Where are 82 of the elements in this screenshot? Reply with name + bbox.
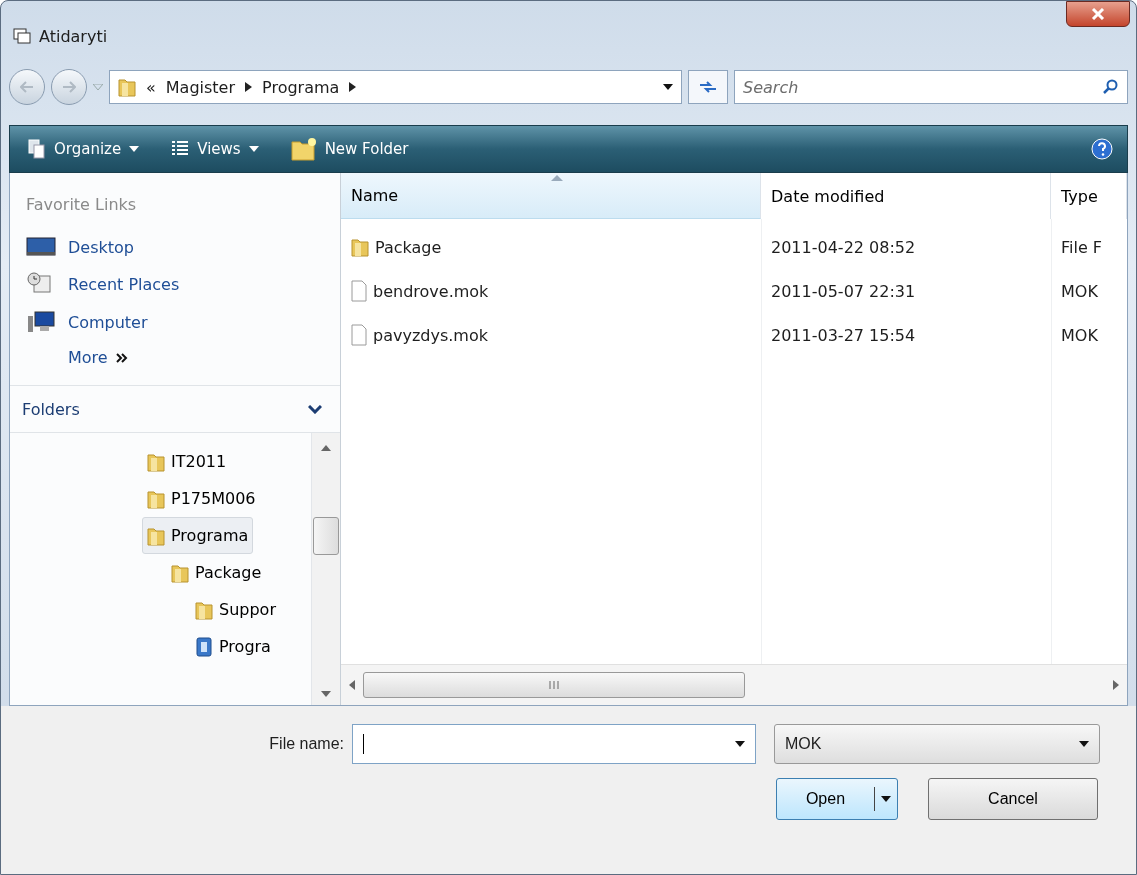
dropdown-arrow-icon (129, 146, 140, 152)
search-icon (1103, 79, 1119, 95)
table-cell-text: MOK (1060, 280, 1099, 303)
file-name-label: File name: (269, 735, 344, 753)
address-dropdown-icon (663, 84, 673, 90)
close-icon (1091, 8, 1105, 20)
table-cell-text: 2011-05-07 22:31 (770, 280, 917, 303)
new-folder-icon (290, 137, 317, 161)
list-view-icon (171, 140, 190, 158)
refresh-button[interactable] (688, 70, 728, 104)
folder-tree-item[interactable]: IT2011 (142, 443, 232, 480)
folder-icon (118, 77, 136, 97)
horizontal-scrollbar[interactable] (341, 664, 1127, 705)
more-link[interactable]: More (68, 348, 340, 367)
breadcrumb[interactable]: Magister (165, 77, 236, 97)
file-name-field[interactable] (352, 724, 756, 764)
search-field[interactable]: Search (734, 70, 1128, 104)
breadcrumb-arrow-icon[interactable] (245, 82, 253, 92)
favorite-link[interactable]: Recent Places (26, 272, 340, 296)
scroll-left-icon[interactable] (349, 680, 355, 690)
folders-header[interactable]: Folders (10, 385, 340, 433)
toolbar-button[interactable]: Views (167, 138, 263, 160)
table-cell-text: File F (1060, 236, 1104, 259)
help-icon[interactable] (1091, 138, 1113, 160)
grip-icon (548, 681, 560, 689)
folder-tree-item[interactable]: Progra (190, 628, 276, 665)
column-header[interactable]: Type (1051, 173, 1127, 219)
vertical-scrollbar[interactable] (311, 433, 340, 705)
folder-tree-item[interactable]: Package (166, 554, 267, 591)
pages-icon (28, 139, 46, 159)
scrollbar-thumb[interactable] (363, 672, 745, 698)
dropdown-arrow-icon (881, 796, 891, 802)
folder-icon (195, 599, 213, 620)
table-cell-text: MOK (1060, 324, 1099, 347)
table-cell-text: 2011-03-27 15:54 (770, 324, 917, 347)
document-icon (351, 280, 367, 302)
folder-icon (147, 488, 165, 509)
column-header[interactable]: Date modified (761, 173, 1051, 219)
close-button[interactable] (1066, 1, 1130, 27)
section-header: Favorite Links (26, 195, 138, 214)
scroll-right-icon[interactable] (1113, 680, 1119, 690)
toolbar-button[interactable]: Organize (24, 137, 144, 161)
file-list-item[interactable]: Package (341, 225, 761, 269)
file-type-dropdown[interactable]: MOK (774, 724, 1100, 764)
folder-icon (351, 237, 369, 257)
sort-arrow-icon (550, 175, 563, 181)
window-title: Atidaryti (39, 26, 108, 46)
toolbar-button[interactable]: New Folder (286, 135, 413, 163)
refresh-arrows-icon (698, 80, 718, 94)
dropdown-arrow-icon (735, 741, 745, 747)
back-arrow-icon (20, 81, 34, 93)
dropdown-arrow-icon (1079, 741, 1089, 747)
folder-icon (147, 525, 165, 546)
section-header: Folders (22, 399, 80, 419)
address-bar[interactable]: « Magister Programa (109, 70, 682, 104)
column-header[interactable]: Name (341, 173, 761, 219)
folder-tree-item[interactable]: P175M006 (142, 480, 261, 517)
favorite-link[interactable]: Desktop (26, 236, 340, 258)
folder-tree-item[interactable]: Programa (142, 517, 254, 554)
dropdown-arrow-icon (248, 146, 259, 152)
folder-tree-item[interactable]: Suppor (190, 591, 281, 628)
folder-icon (171, 562, 189, 583)
window-icon (13, 28, 31, 44)
table-cell-text: 2011-04-22 08:52 (770, 236, 917, 259)
favorite-link[interactable]: Computer (26, 310, 340, 334)
computer-icon (26, 310, 56, 334)
file-list-item[interactable]: bendrove.mok (341, 269, 761, 313)
document-icon (351, 324, 367, 346)
scroll-down-icon[interactable] (321, 691, 331, 697)
breadcrumb-overflow[interactable]: « (146, 77, 156, 97)
monitor-icon (26, 236, 56, 258)
folder-icon (147, 451, 165, 472)
breadcrumb[interactable]: Programa (262, 77, 340, 97)
file-list-item[interactable]: pavyzdys.mok (341, 313, 761, 357)
breadcrumb-arrow-icon[interactable] (349, 82, 357, 92)
forward-arrow-icon (62, 81, 76, 93)
double-chevron-icon (115, 352, 128, 363)
scroll-up-icon[interactable] (321, 445, 331, 451)
application-icon (195, 636, 213, 657)
open-button[interactable]: Open (776, 778, 898, 820)
cancel-button[interactable]: Cancel (928, 778, 1098, 820)
scrollbar-thumb[interactable] (313, 517, 339, 555)
